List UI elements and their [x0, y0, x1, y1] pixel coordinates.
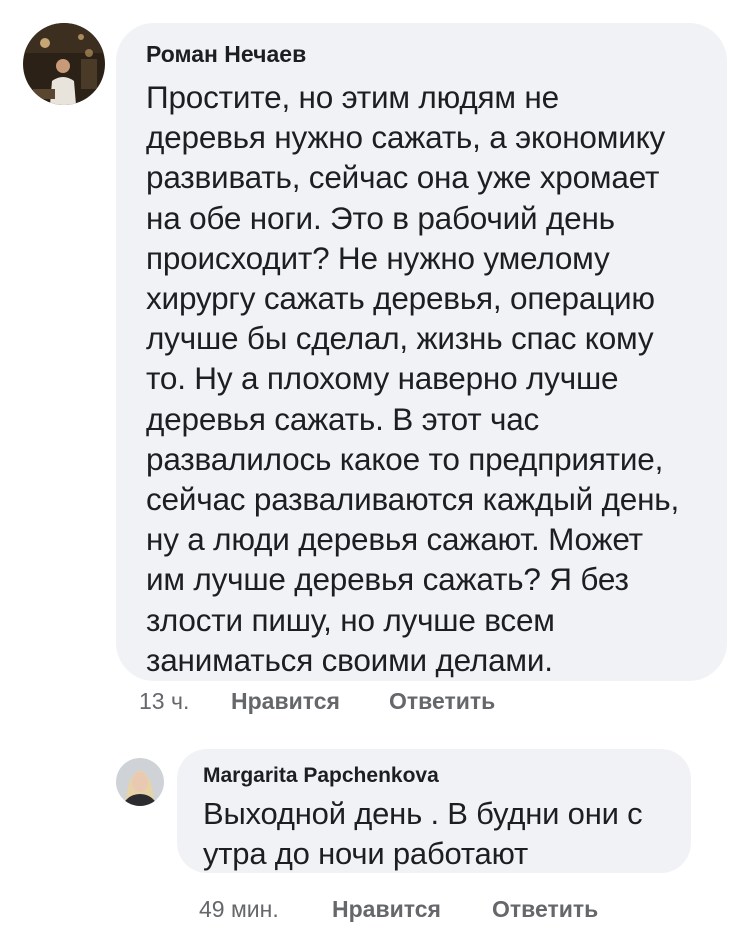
comment-actions: 13 ч. Нравится Ответить [139, 686, 495, 716]
comment-text: Выходной день . В будни они с утра до но… [203, 794, 671, 874]
comment-text-line: лучше бы сделал, жизнь спас кому [146, 320, 654, 357]
comment-text-line: на обе ноги. Это в рабочий день [146, 199, 615, 236]
comment-text-line: деревья нужно сажать, а экономику [146, 119, 666, 156]
avatar-photo-icon [23, 23, 105, 105]
comment-timestamp[interactable]: 13 ч. [139, 686, 231, 716]
like-button[interactable]: Нравится [332, 894, 492, 924]
comment-actions: 49 мин. Нравится Ответить [199, 894, 598, 924]
comment-text-line: Выходной день . В будни они с [203, 796, 643, 831]
avatar[interactable] [23, 23, 105, 105]
comment-text-line: Простите, но этим людям не [146, 79, 559, 115]
comment-bubble: Роман Нечаев Простите, но этим людям не … [116, 23, 727, 681]
reply-button[interactable]: Ответить [389, 686, 495, 716]
reply-bubble: Margarita Papchenkova Выходной день . В … [177, 749, 691, 873]
comment-text-line: сейчас разваливаются каждый день, [146, 481, 680, 518]
comment-timestamp[interactable]: 49 мин. [199, 894, 332, 924]
comment-text-line: злости пишу, но лучше всем [146, 601, 555, 638]
comment-text-line: им лучше деревья сажать? Я без [146, 561, 629, 598]
comment-text-line: заниматься своими делами. [146, 641, 553, 678]
comment-text-line: ну а люди деревья сажают. Может [146, 521, 643, 558]
comment-text-line: утра до ночи работают [203, 836, 528, 871]
comment-text-line: развалилось какое то предприятие, [146, 440, 664, 477]
reply-button[interactable]: Ответить [492, 894, 598, 924]
comment-author[interactable]: Margarita Papchenkova [203, 764, 671, 788]
comment-text: Простите, но этим людям не деревья нужно… [146, 77, 707, 680]
comment-author[interactable]: Роман Нечаев [146, 41, 707, 67]
avatar-photo-icon [116, 758, 164, 806]
comment-text-line: развивать, сейчас она уже хромает [146, 159, 660, 196]
comment-text-line: то. Ну а плохому наверно лучше [146, 360, 619, 397]
comment-text-line: хирургу сажать деревья, операцию [146, 280, 655, 317]
like-button[interactable]: Нравится [231, 686, 389, 716]
comment-text-line: деревья сажать. В этот час [146, 400, 540, 437]
avatar[interactable] [116, 758, 164, 806]
comment-text-line: происходит? Не нужно умелому [146, 239, 610, 276]
